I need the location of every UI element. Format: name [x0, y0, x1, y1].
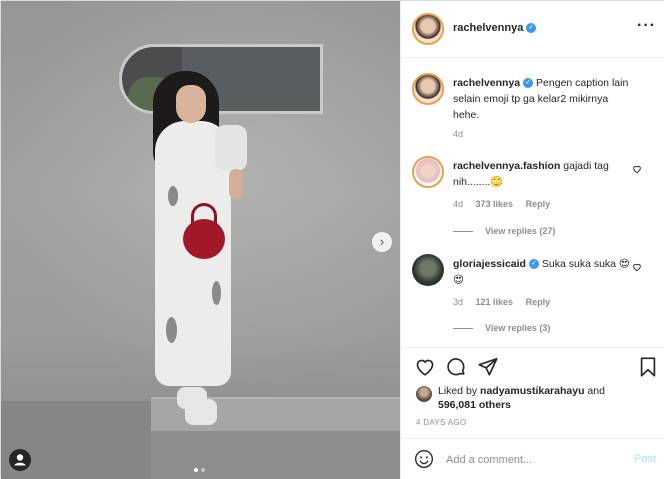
likes-and: and	[587, 385, 605, 397]
view-replies-button[interactable]: View replies (27)	[453, 226, 555, 236]
figure-sleeve	[215, 125, 247, 171]
comment-username[interactable]: rachelvennya.fashion	[453, 160, 560, 172]
author-avatar[interactable]	[412, 13, 444, 45]
verified-badge-icon: ✓	[523, 78, 534, 89]
comment-likes[interactable]: 373 likes	[476, 199, 514, 209]
caption-time[interactable]: 4d	[453, 129, 463, 139]
heart-outline-icon	[416, 359, 434, 376]
dress-cutout	[212, 281, 221, 305]
dress-cutout	[166, 317, 177, 343]
background-window	[119, 44, 323, 114]
person-icon	[14, 454, 26, 466]
comment-text-block: rachelvennya.fashion gajadi tag nih.....…	[453, 158, 631, 190]
author-username[interactable]: rachelvennya	[453, 22, 523, 34]
post-timestamp[interactable]: 4 DAYS AGO	[416, 418, 466, 427]
instagram-post: › rachelvennya ✓ ··· rachelvennya ✓ Peng…	[0, 0, 664, 479]
post-header: rachelvennya ✓ ···	[401, 1, 664, 58]
view-replies-label: View replies (27)	[485, 226, 556, 236]
comment-reply-button[interactable]: Reply	[526, 297, 551, 307]
post-side-panel: rachelvennya ✓ ··· rachelvennya ✓ Pengen c…	[400, 1, 664, 479]
carousel-dot	[201, 468, 205, 472]
concrete-ledge-front	[151, 431, 400, 479]
likes-text: Liked by nadyamustikarahayu and 596,081 …	[438, 384, 605, 412]
likes-count[interactable]: 596,081 others	[438, 399, 511, 411]
view-replies-label: View replies (3)	[485, 323, 551, 333]
comment-like-heart-icon[interactable]	[632, 262, 642, 272]
verified-badge-icon: ✓	[526, 23, 537, 34]
speech-bubble-icon	[447, 358, 465, 376]
liker-username[interactable]: nadyamustikarahayu	[480, 385, 584, 397]
bookmark-outline-icon	[640, 357, 656, 377]
figure-arm	[229, 169, 243, 199]
comment-text-block: gloriajessicaid ✓ Suka suka suka 😍😍	[453, 256, 631, 288]
action-bar	[401, 356, 664, 380]
caption-username[interactable]: rachelvennya	[453, 77, 520, 89]
heart-outline-icon	[633, 165, 641, 174]
add-comment-input[interactable]	[446, 452, 621, 468]
emoji-smiley-icon[interactable]	[414, 449, 434, 469]
caption-meta: 4d	[453, 129, 473, 139]
save-bookmark-icon[interactable]	[637, 356, 659, 378]
comment-item: rachelvennya.fashion gajadi tag nih.....…	[412, 156, 662, 246]
red-handbag	[183, 219, 225, 259]
post-comment-button[interactable]: Post	[634, 453, 656, 465]
paper-plane-icon	[478, 357, 498, 376]
likes-prefix: Liked by	[438, 385, 478, 397]
replies-divider-line	[453, 231, 473, 233]
more-dots-icon[interactable]: ···	[637, 17, 656, 35]
tagged-user-icon[interactable]	[9, 449, 31, 471]
comment-time[interactable]: 4d	[453, 199, 463, 209]
carousel-next-button[interactable]: ›	[372, 232, 392, 252]
verified-badge-icon: ✓	[528, 259, 539, 270]
commenter-avatar[interactable]	[412, 156, 444, 188]
comments-list[interactable]: rachelvennya ✓ Pengen caption lain selain…	[401, 58, 664, 348]
replies-divider-line	[453, 328, 473, 330]
caption-text-block: rachelvennya ✓ Pengen caption lain selain…	[453, 75, 631, 123]
carousel-dot-active	[194, 468, 198, 472]
add-comment-bar: Post	[401, 438, 664, 479]
figure-face	[176, 85, 206, 123]
comment-reply-button[interactable]: Reply	[526, 199, 551, 209]
comment-like-heart-icon[interactable]	[632, 164, 642, 174]
sneaker	[185, 399, 217, 425]
caption-avatar[interactable]	[412, 73, 444, 105]
commenter-avatar[interactable]	[412, 254, 444, 286]
view-replies-button[interactable]: View replies (3)	[453, 323, 550, 333]
caption: rachelvennya ✓ Pengen caption lain selain…	[412, 73, 662, 143]
comment-bubble-icon[interactable]	[445, 356, 467, 378]
author-name-row: rachelvennya ✓	[453, 22, 537, 34]
like-heart-icon[interactable]	[414, 356, 436, 378]
share-paper-plane-icon[interactable]	[477, 356, 499, 378]
liker-avatar[interactable]	[416, 386, 432, 402]
heart-outline-icon	[633, 263, 641, 272]
comment-username[interactable]: gloriajessicaid	[453, 258, 526, 270]
carousel-dots	[194, 464, 208, 475]
smiley-face-icon	[415, 450, 433, 468]
dress-cutout	[168, 186, 178, 206]
comment-likes[interactable]: 121 likes	[476, 297, 514, 307]
comment-meta: 3d 121 likes Reply	[453, 297, 560, 307]
comment-meta: 4d 373 likes Reply	[453, 199, 560, 209]
post-photo[interactable]: ›	[1, 1, 400, 479]
comment-item: gloriajessicaid ✓ Suka suka suka 😍😍 3d 12…	[412, 254, 662, 344]
comment-time[interactable]: 3d	[453, 297, 463, 307]
